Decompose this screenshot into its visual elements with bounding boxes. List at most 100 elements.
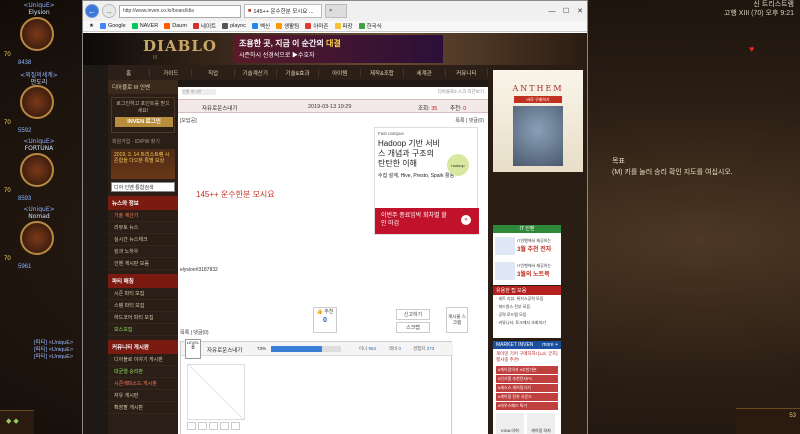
it-row[interactable]: IT인벤에서 제공하는 3월 추천 전자 — [493, 233, 561, 258]
comment-count[interactable]: 목록 | 댓글(0) — [180, 329, 209, 336]
close-button[interactable]: ✕ — [573, 4, 587, 18]
share-scrap-button[interactable]: 게시물 스크랩 — [446, 307, 468, 333]
party-member-name[interactable]: <UniquE> — [4, 138, 74, 145]
it-inven-box: IT 인벤 IT인벤에서 제공하는 3월 추천 전자 IT인벤에서 제공하는 3월의… — [493, 225, 561, 285]
market-tag[interactable]: #마우스패드 특가 — [496, 402, 558, 410]
market-product[interactable]: 게이밍 의자 — [527, 413, 555, 434]
favorite-link[interactable]: 아마존 — [305, 22, 329, 30]
sidebar-item[interactable]: 보스모집 — [108, 324, 178, 336]
report-button[interactable]: 신고하기 — [396, 309, 430, 320]
nav-item[interactable]: 홈 — [108, 68, 151, 77]
skill-bar-left[interactable]: ◆ ◆ — [0, 410, 34, 434]
favorite-link[interactable]: NAVER — [131, 23, 158, 29]
nav-item[interactable]: 기술&효과 — [277, 68, 320, 77]
party-portrait[interactable] — [20, 85, 54, 119]
views-label: 조회: — [418, 106, 430, 112]
login-button[interactable]: INVEN 로그인 — [115, 117, 173, 127]
sidebar-section-title[interactable]: 파티 매칭 — [108, 274, 178, 288]
sidebar-item[interactable]: 기술 계산기 — [108, 210, 178, 222]
address-bar[interactable]: http://www.inven.co.kr/board/dia — [119, 4, 241, 18]
back-button[interactable]: ← — [85, 4, 99, 18]
scrap-button[interactable]: 스크랩 — [396, 322, 430, 333]
nav-item[interactable]: 제작&조합 — [361, 68, 404, 77]
list-comment-link[interactable]: 목록 | 댓글(0) — [455, 117, 484, 124]
browser-window[interactable]: ← → http://www.inven.co.kr/board/dia ■ 1… — [82, 0, 588, 434]
badge-slot — [209, 422, 218, 430]
sidebar-item[interactable]: 시즌 파티 모집 — [108, 288, 178, 300]
sidebar-item[interactable]: 킹과 노하우 — [108, 246, 178, 258]
sidebar-item[interactable]: 자유 게시판 — [108, 390, 178, 402]
sidebar-item[interactable]: 리뷰토 뉴스 — [108, 222, 178, 234]
favicon-icon — [99, 23, 106, 29]
nav-item[interactable]: 아이템 — [319, 68, 362, 77]
skill-bar-right[interactable]: 53 — [736, 408, 800, 434]
party-member-name[interactable]: <UniquE> — [4, 2, 74, 9]
favorite-link[interactable]: 네이트 — [192, 22, 216, 30]
sidebar-item[interactable]: 스템 파티 모집 — [108, 300, 178, 312]
sidebar-item[interactable]: 실시간 뉴스체크 — [108, 234, 178, 246]
profile-name[interactable]: 자유로운스내기 — [207, 346, 242, 354]
new-tab[interactable]: × — [325, 4, 347, 18]
market-tag[interactable]: #게이밍 전자 사운드 — [496, 393, 558, 401]
nav-item[interactable]: 세계관 — [404, 68, 446, 77]
favorite-link[interactable]: Daum — [164, 23, 187, 29]
zone-title: 신 트리스트램 — [753, 1, 794, 8]
sidebar-item[interactable]: 시즌에피소드 게시판 — [108, 378, 178, 390]
nav-item[interactable]: 가이드 — [150, 68, 193, 77]
useful-item[interactable]: · 세트 리뷰: 위치스공략 모음 — [493, 295, 561, 303]
page-viewport[interactable]: DIABLO III 조용한 곳, 지금 이 순간의 대결 시즌하시 선경석으로… — [83, 33, 587, 434]
minimize-button[interactable]: — — [545, 4, 559, 18]
favorite-link[interactable]: 생활팀 — [276, 22, 299, 30]
sidebar-item[interactable]: 디아블로 이야기 게시판 — [108, 354, 178, 366]
ad-cta[interactable]: 이번주 종료임박 회차별 할인 마감 » — [375, 208, 479, 234]
party-portrait[interactable] — [20, 17, 54, 51]
party-score: 5961 — [18, 264, 32, 270]
recommend-button[interactable]: 👍 추천 0 — [313, 307, 337, 333]
market-tag[interactable]: #게이밍의자 #추천기본 — [496, 366, 558, 374]
top-ad-banner[interactable]: 조용한 곳, 지금 이 순간의 대결 시즌하시 선경석으로 ▶수호자 — [233, 35, 443, 63]
market-tag[interactable]: #세스스 게이밍기기 — [496, 384, 558, 392]
favorite-link[interactable]: 한국식 — [358, 22, 382, 30]
nav-item[interactable]: 기술계산기 — [235, 68, 277, 77]
party-portrait[interactable] — [20, 153, 54, 187]
event-banner[interactable]: 2019. 3. 14 트리스트램 시즌합을 다으본 특별 보상 — [111, 149, 175, 179]
article-ad[interactable]: Fast campus Hadoop 기반 서비스 개념과 구조의 탄탄한 이해… — [374, 127, 479, 235]
maximize-button[interactable]: ☐ — [559, 4, 573, 18]
tab-active[interactable]: ■ 145++ 운수한분 모시요 ... — [244, 4, 322, 18]
search-input[interactable]: 디아 인벤 통합검색 — [111, 182, 175, 192]
nav-item[interactable]: 직업 — [192, 68, 235, 77]
favorite-link[interactable]: 파장 — [334, 22, 353, 30]
sidebar-item[interactable]: 인벤 게시판 모음 — [108, 258, 178, 270]
chat-line: [파티] <UniquE> — [34, 340, 74, 346]
site-logo[interactable]: DIABLO — [143, 37, 217, 55]
sidebar-item[interactable]: 대균열 승리판 — [108, 366, 178, 378]
breadcrumb[interactable]: 인벤 게시판 — [182, 89, 216, 95]
anthem-ad[interactable]: ANTHEM 바로 구매하기 — [493, 70, 583, 172]
favorite-link[interactable]: Google — [99, 23, 126, 29]
tab-close-icon[interactable]: × — [329, 8, 332, 14]
nav-item[interactable]: 커뮤니티 — [446, 68, 488, 77]
market-tag[interactable]: #인기홈 추천전자PC — [496, 375, 558, 383]
sidebar-item[interactable]: 하드코어 파티 모집 — [108, 312, 178, 324]
favorite-link[interactable]: plaync — [222, 23, 246, 29]
board-link[interactable]: 디아블로3 스크 리단보기 — [438, 89, 484, 95]
party-portrait[interactable] — [20, 221, 54, 255]
account-links[interactable]: 회원가입 · ID/PW 찾기 — [108, 136, 178, 147]
post-author[interactable]: 자유로운스내기 — [202, 104, 237, 112]
party-member-name[interactable]: <UniquE> — [4, 206, 74, 213]
it-thumb — [495, 236, 515, 255]
useful-item[interactable]: · 파드원스 전부 모음 — [493, 303, 561, 311]
favorites-star-icon[interactable]: ★ — [89, 23, 94, 29]
sidebar-item[interactable]: 확장팔 게시판 — [108, 402, 178, 414]
useful-item[interactable]: · 커뮤니티: 토크에서 조회하기 — [493, 319, 561, 327]
sidebar-section-title[interactable]: 커뮤니티 게시판 — [108, 340, 178, 354]
market-more-link[interactable]: more + — [542, 342, 558, 348]
favorite-link[interactable]: 백신 — [252, 22, 270, 30]
sidebar-section-title[interactable]: 뉴스와 정보 — [108, 196, 178, 210]
forward-button[interactable]: → — [102, 4, 116, 18]
market-product[interactable]: K/DA 이허 — [496, 413, 524, 434]
useful-item[interactable]: · 공략 로드맵 모음 — [493, 311, 561, 319]
post-actions: 👍 추천 0 신고하기 스크랩 게시물 스크랩 — [178, 307, 488, 337]
ad-line1: 조용한 곳, 지금 이 순간의 — [239, 39, 324, 48]
it-row[interactable]: IT인벤에서 제공하는 3월의 노트북 — [493, 258, 561, 283]
